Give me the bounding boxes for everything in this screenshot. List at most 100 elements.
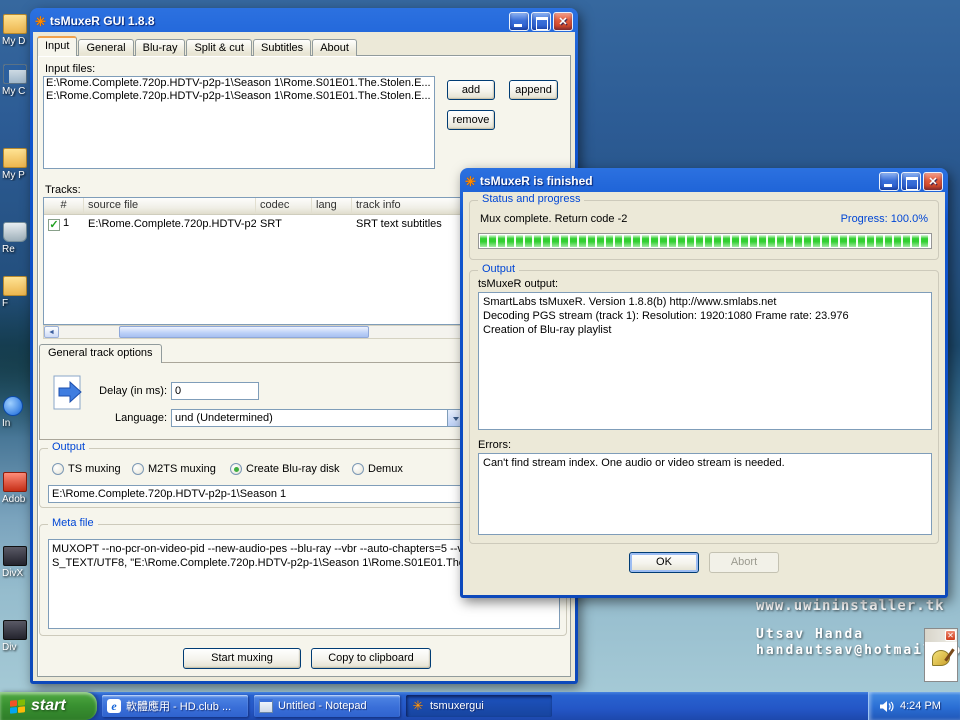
track-source: E:\Rome.Complete.720p.HDTV-p2p-... [84, 218, 256, 230]
status-group-label: Status and progress [478, 193, 584, 205]
col-source-file[interactable]: source file [84, 198, 256, 214]
task-label: 軟體應用 - HD.club ... [126, 698, 231, 714]
scroll-left-arrow-icon[interactable] [44, 326, 59, 338]
desktop: My D My C My P Re F In Adob DivX Div www… [0, 0, 960, 720]
dialog-body: Status and progress Mux complete. Return… [463, 192, 945, 595]
dialog-titlebar[interactable]: ✳ tsMuxeR is finished [463, 170, 945, 192]
radio-ts-muxing[interactable]: TS muxing [52, 463, 121, 475]
tsmuxer-output-textarea[interactable]: SmartLabs tsMuxeR. Version 1.8.8(b) http… [478, 292, 932, 430]
maximize-button[interactable] [531, 12, 551, 31]
main-titlebar[interactable]: ✳ tsMuxeR GUI 1.8.8 [33, 10, 575, 32]
tab-input[interactable]: Input [37, 36, 77, 56]
col-num[interactable]: # [44, 198, 84, 214]
tab-bluray[interactable]: Blu-ray [135, 39, 186, 56]
desktop-icon-folder[interactable]: F [2, 276, 32, 309]
radio-selected-icon [230, 463, 242, 475]
desktop-icon-label: Adob [2, 494, 32, 505]
dialog-output-group: Output tsMuxeR output: SmartLabs tsMuxeR… [469, 270, 939, 544]
folder-icon [3, 276, 27, 296]
adobe-icon [3, 472, 27, 492]
output-group-label: Output [48, 441, 89, 453]
general-track-options-tab[interactable]: General track options [39, 344, 162, 363]
minimize-button[interactable] [509, 12, 529, 31]
close-icon[interactable] [945, 630, 956, 641]
desktop-icon-label: Re [2, 244, 32, 255]
input-files-listbox[interactable]: E:\Rome.Complete.720p.HDTV-p2p-1\Season … [43, 76, 435, 169]
radio-icon [352, 463, 364, 475]
tab-split-cut[interactable]: Split & cut [186, 39, 252, 56]
start-button[interactable]: start [0, 692, 97, 720]
desktop-icon-adobe[interactable]: Adob [2, 472, 32, 505]
add-button[interactable]: add [447, 80, 495, 100]
computer-icon [3, 64, 27, 84]
radio-icon [132, 463, 144, 475]
tsmuxer-output-label: tsMuxeR output: [478, 278, 558, 290]
radio-icon [52, 463, 64, 475]
tab-about[interactable]: About [312, 39, 357, 56]
radio-create-bluray[interactable]: Create Blu-ray disk [230, 463, 340, 475]
desktop-icon-label: My P [2, 170, 32, 181]
track-type-icon [51, 374, 87, 412]
recycle-bin-icon [3, 222, 27, 242]
errors-textarea[interactable]: Can't find stream index. One audio or vi… [478, 453, 932, 535]
divx-icon [3, 546, 27, 566]
credit-url: www.uwininstaller.tk [756, 598, 796, 614]
abort-button[interactable]: Abort [709, 552, 779, 573]
taskbar-task-tsmuxergui[interactable]: tsmuxergui [406, 695, 552, 717]
start-label: start [31, 697, 66, 715]
append-button[interactable]: append [509, 80, 558, 100]
globe-icon [3, 396, 23, 416]
windows-logo-icon [10, 699, 25, 714]
radio-label: Create Blu-ray disk [246, 463, 340, 475]
desktop-icon-divx[interactable]: DivX [2, 546, 32, 579]
taskbar-task-notepad[interactable]: Untitled - Notepad [254, 695, 400, 717]
volume-icon[interactable] [879, 700, 894, 713]
dialog-title: tsMuxeR is finished [480, 174, 875, 188]
error-line: Can't find stream index. One audio or vi… [483, 456, 927, 470]
radio-m2ts-muxing[interactable]: M2TS muxing [132, 463, 216, 475]
delay-input[interactable]: 0 [171, 382, 259, 400]
tab-general[interactable]: General [78, 39, 133, 56]
language-combobox[interactable]: und (Undetermined) [171, 409, 465, 427]
maximize-button[interactable] [901, 172, 921, 191]
close-button[interactable] [923, 172, 943, 191]
track-checkbox[interactable] [48, 219, 60, 231]
desktop-icon-internet[interactable]: In [2, 396, 32, 429]
desktop-icon-my-computer[interactable]: My C [2, 64, 32, 97]
desktop-icon-label: Div [2, 642, 32, 653]
dialog-output-group-label: Output [478, 263, 519, 275]
errors-label: Errors: [478, 439, 511, 451]
radio-label: Demux [368, 463, 403, 475]
desktop-icon-label: My C [2, 86, 32, 97]
input-file-item[interactable]: E:\Rome.Complete.720p.HDTV-p2p-1\Season … [44, 90, 434, 103]
scroll-thumb[interactable] [119, 326, 369, 338]
tsmuxer-icon [411, 699, 425, 713]
desktop-icon-recycle-bin[interactable]: Re [2, 222, 32, 255]
meta-file-group-label: Meta file [48, 517, 98, 529]
taskbar-task-browser[interactable]: 軟體應用 - HD.club ... [102, 695, 248, 717]
desktop-icon-my-pictures[interactable]: My P [2, 148, 32, 181]
mini-window[interactable] [924, 628, 958, 682]
tab-subtitles[interactable]: Subtitles [253, 39, 311, 56]
desktop-icon-div[interactable]: Div [2, 620, 32, 653]
close-button[interactable] [553, 12, 573, 31]
minimize-button[interactable] [879, 172, 899, 191]
remove-button[interactable]: remove [447, 110, 495, 130]
credit-name: Utsav Handa [756, 627, 928, 643]
input-files-label: Input files: [45, 63, 95, 75]
input-file-item[interactable]: E:\Rome.Complete.720p.HDTV-p2p-1\Season … [44, 77, 434, 90]
divx-icon [3, 620, 27, 640]
mini-window-titlebar [925, 629, 957, 642]
notepad-icon [259, 699, 273, 713]
progress-bar-fill [480, 235, 930, 247]
progress-bar [478, 233, 932, 249]
taskbar: start 軟體應用 - HD.club ... Untitled - Note… [0, 692, 960, 720]
desktop-icon-my-documents[interactable]: My D [2, 14, 32, 47]
col-codec[interactable]: codec [256, 198, 312, 214]
radio-demux[interactable]: Demux [352, 463, 403, 475]
col-lang[interactable]: lang [312, 198, 352, 214]
start-muxing-button[interactable]: Start muxing [183, 648, 301, 669]
ok-button[interactable]: OK [629, 552, 699, 573]
copy-to-clipboard-button[interactable]: Copy to clipboard [311, 648, 431, 669]
folder-icon [3, 14, 27, 34]
